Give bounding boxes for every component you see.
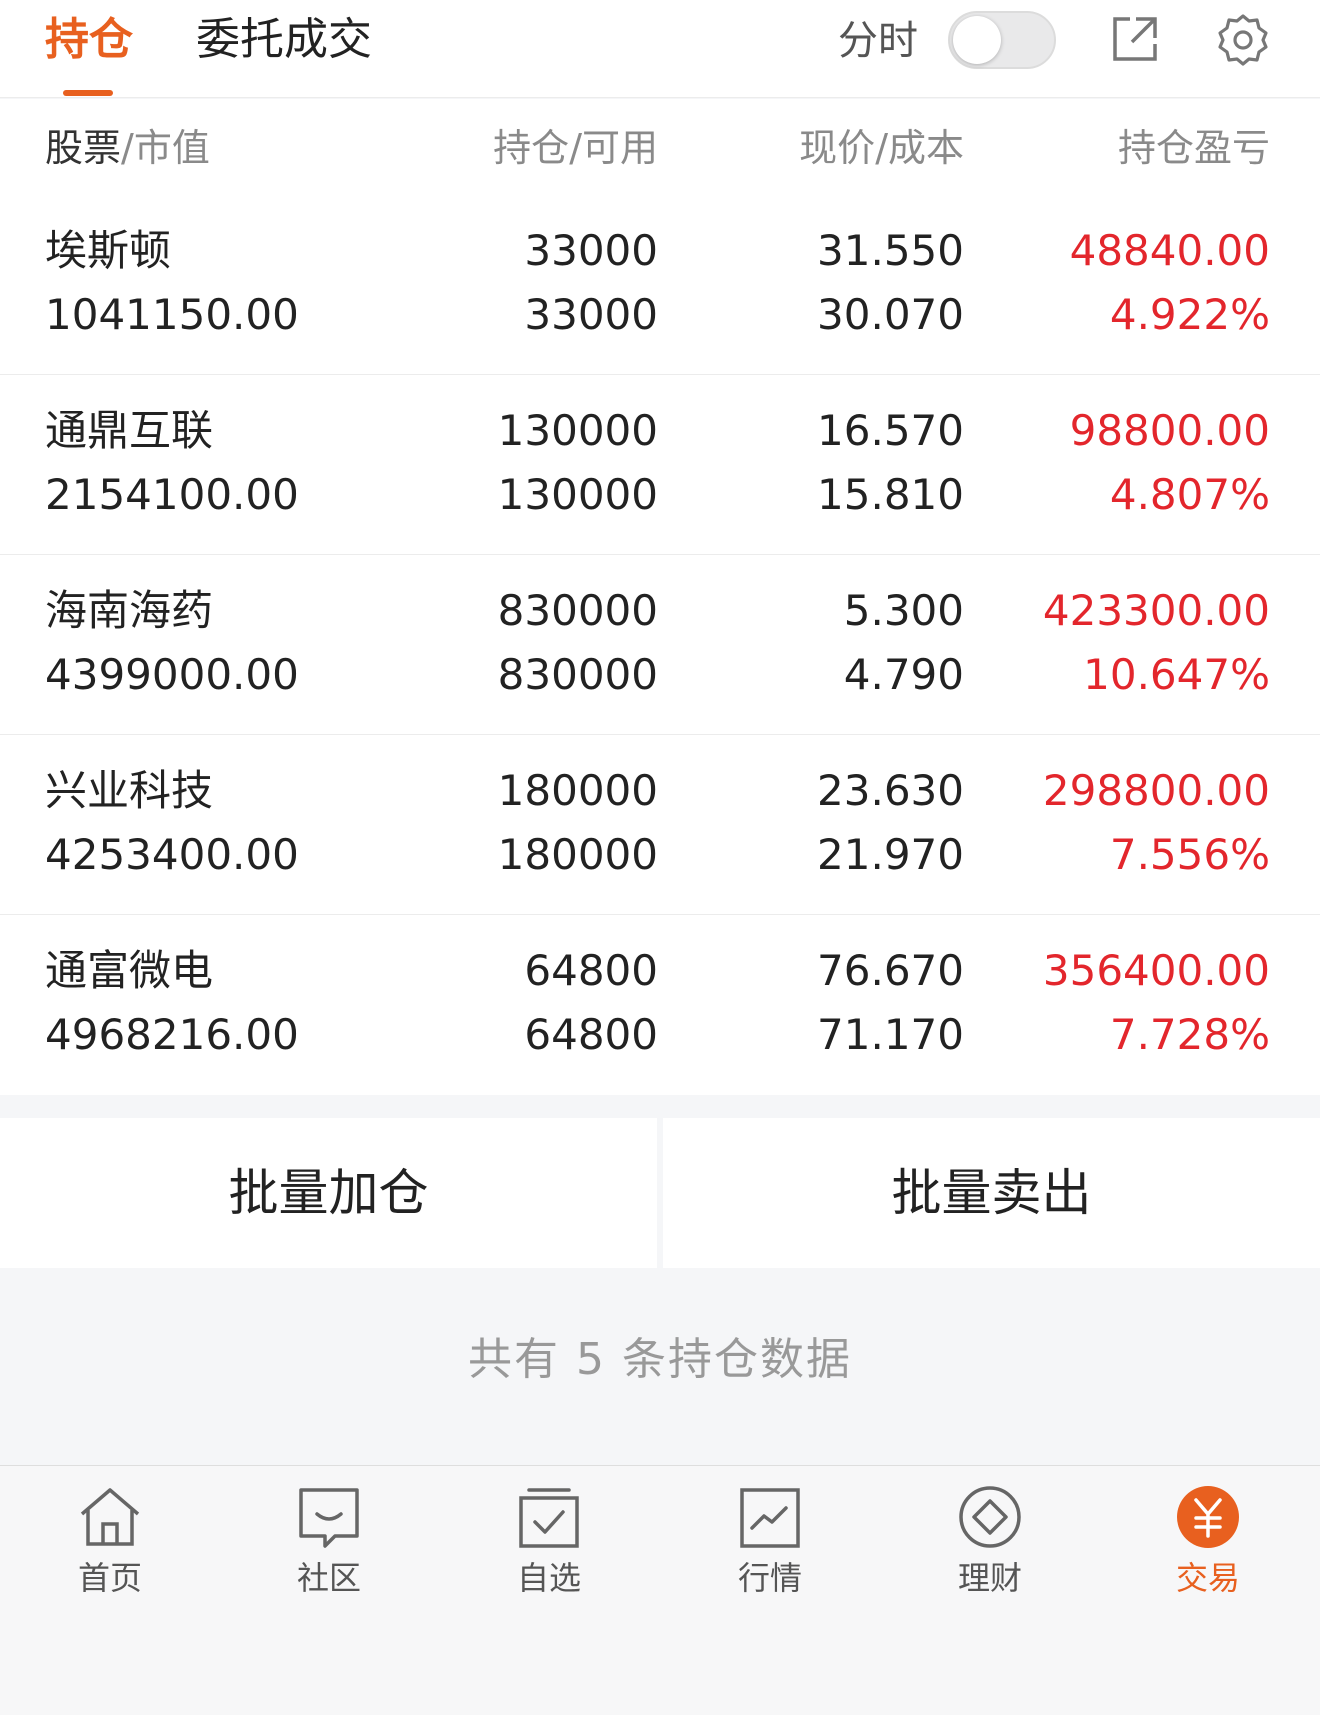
available-qty: 33000 — [524, 290, 658, 339]
diamond-icon — [959, 1486, 1021, 1548]
holdings-count-text: 共有 5 条持仓数据 — [468, 1334, 852, 1385]
pnl-percent: 10.647% — [1083, 650, 1270, 699]
col-position-wrap: 持仓/可用 — [493, 125, 658, 171]
market-value: 1041150.00 — [45, 290, 299, 339]
cost-price: 71.170 — [817, 1010, 964, 1059]
col-market-value: /市值 — [121, 126, 210, 170]
available-qty: 180000 — [497, 830, 658, 879]
current-price: 5.300 — [843, 586, 964, 635]
cost-price: 4.790 — [843, 650, 964, 699]
pnl-amount: 98800.00 — [1069, 406, 1270, 455]
nav-item-community[interactable]: 社区 — [259, 1484, 399, 1604]
stock-name: 通富微电 — [45, 946, 214, 995]
nav-item-watchlist[interactable]: 自选 — [479, 1484, 619, 1604]
cost-price: 15.810 — [817, 470, 964, 519]
holding-row[interactable]: 通富微电 4968216.00 64800 64800 76.670 71.17… — [0, 915, 1320, 1095]
pnl-amount: 356400.00 — [1042, 946, 1270, 995]
batch-sell-button[interactable]: 批量卖出 — [663, 1118, 1320, 1268]
nav-item-market[interactable]: 行情 — [700, 1484, 840, 1604]
column-header: 股票/市值 持仓/可用 现价/成本 持仓盈亏 — [0, 99, 1320, 195]
tab-holdings[interactable]: 持仓 — [45, 12, 133, 68]
nav-item-wealth[interactable]: 理财 — [920, 1484, 1060, 1604]
holding-row[interactable]: 通鼎互联 2154100.00 130000 130000 16.570 15.… — [0, 375, 1320, 555]
nav-label: 理财 — [957, 1559, 1022, 1597]
nav-label: 自选 — [516, 1559, 581, 1597]
col-stock-wrap: 股票/市值 — [45, 125, 210, 171]
nav-item-home[interactable]: 首页 — [40, 1484, 180, 1604]
nav-label: 交易 — [1175, 1559, 1240, 1597]
position-qty: 33000 — [524, 226, 658, 275]
checkbox-icon — [519, 1488, 579, 1548]
position-qty: 64800 — [524, 946, 658, 995]
current-price: 16.570 — [817, 406, 964, 455]
position-qty: 180000 — [497, 766, 658, 815]
holding-row[interactable]: 兴业科技 4253400.00 180000 180000 23.630 21.… — [0, 735, 1320, 915]
cost-price: 30.070 — [817, 290, 964, 339]
tab-orders-trades[interactable]: 委托成交 — [196, 12, 372, 68]
market-value: 2154100.00 — [45, 470, 299, 519]
stock-name: 埃斯顿 — [45, 226, 172, 275]
current-price: 23.630 — [817, 766, 964, 815]
stock-name: 兴业科技 — [45, 766, 214, 815]
share-icon[interactable] — [1110, 14, 1160, 68]
col-cost: /成本 — [875, 126, 964, 170]
col-stock: 股票 — [45, 126, 122, 170]
home-icon — [80, 1488, 140, 1546]
current-price: 31.550 — [817, 226, 964, 275]
nav-label: 首页 — [77, 1559, 142, 1597]
col-price-wrap: 现价/成本 — [799, 125, 964, 171]
pnl-percent: 7.556% — [1109, 830, 1270, 879]
col-available: /可用 — [569, 126, 658, 170]
pnl-percent: 7.728% — [1109, 1010, 1270, 1059]
available-qty: 130000 — [497, 470, 658, 519]
fenshi-label: 分时 — [838, 18, 918, 64]
gear-icon[interactable] — [1215, 12, 1271, 72]
available-qty: 64800 — [524, 1010, 658, 1059]
pnl-percent: 4.922% — [1109, 290, 1270, 339]
holding-row[interactable]: 埃斯顿 1041150.00 33000 33000 31.550 30.070… — [0, 195, 1320, 375]
market-value: 4399000.00 — [45, 650, 299, 699]
col-price: 现价 — [799, 126, 876, 170]
nav-label: 行情 — [737, 1559, 802, 1597]
chat-icon — [299, 1488, 359, 1548]
batch-action-bar: 批量加仓 批量卖出 — [0, 1118, 1320, 1268]
top-header: 持仓 委托成交 分时 — [0, 0, 1320, 98]
market-value: 4253400.00 — [45, 830, 299, 879]
holdings-list: 埃斯顿 1041150.00 33000 33000 31.550 30.070… — [0, 195, 1320, 1095]
pnl-amount: 48840.00 — [1069, 226, 1270, 275]
yen-icon — [1177, 1486, 1239, 1548]
pnl-percent: 4.807% — [1109, 470, 1270, 519]
nav-label: 社区 — [296, 1559, 361, 1597]
market-value: 4968216.00 — [45, 1010, 299, 1059]
cost-price: 21.970 — [817, 830, 964, 879]
toggle-knob — [953, 16, 1001, 64]
bottom-nav: 首页 社区 自选 行情 理财 交易 — [0, 1465, 1320, 1715]
nav-item-trade[interactable]: 交易 — [1138, 1484, 1278, 1604]
chart-icon — [740, 1488, 800, 1548]
active-tab-indicator — [63, 90, 113, 96]
position-qty: 830000 — [497, 586, 658, 635]
fenshi-toggle[interactable] — [948, 11, 1056, 69]
batch-add-button[interactable]: 批量加仓 — [0, 1118, 657, 1268]
holding-row[interactable]: 海南海药 4399000.00 830000 830000 5.300 4.79… — [0, 555, 1320, 735]
pnl-amount: 298800.00 — [1042, 766, 1270, 815]
col-position: 持仓 — [493, 126, 570, 170]
stock-name: 通鼎互联 — [45, 406, 214, 455]
position-qty: 130000 — [497, 406, 658, 455]
current-price: 76.670 — [817, 946, 964, 995]
pnl-amount: 423300.00 — [1042, 586, 1270, 635]
col-pnl: 持仓盈亏 — [1117, 126, 1270, 170]
available-qty: 830000 — [497, 650, 658, 699]
stock-name: 海南海药 — [45, 586, 214, 635]
